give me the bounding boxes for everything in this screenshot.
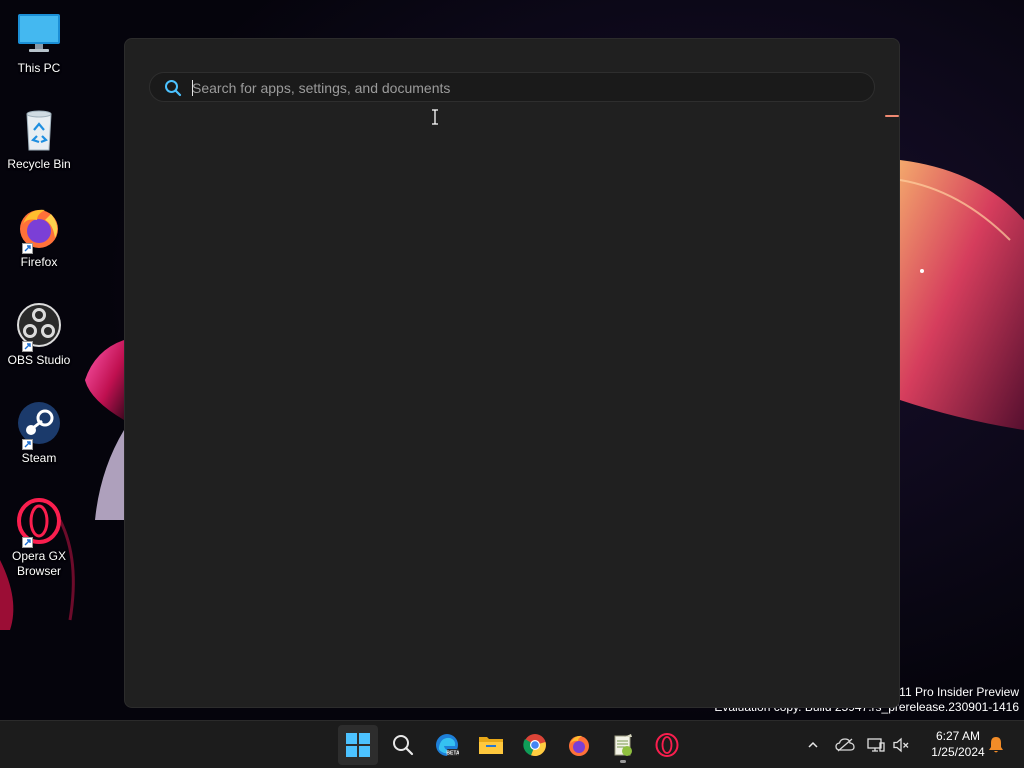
- windows-logo-icon: [346, 733, 370, 757]
- text-caret: [192, 80, 193, 96]
- taskbar-file-explorer-button[interactable]: [471, 725, 511, 765]
- text-cursor-icon: [432, 109, 438, 125]
- recycle-bin-icon: [15, 106, 63, 154]
- desktop-icon-label: Opera GX Browser: [11, 549, 67, 578]
- network-tray-button[interactable]: [864, 733, 888, 757]
- volume-tray-button[interactable]: [889, 733, 913, 757]
- chevron-up-icon: [808, 741, 818, 748]
- opera-gx-icon: [15, 498, 63, 548]
- shortcut-arrow-icon: [22, 243, 33, 254]
- taskbar-start-button[interactable]: [338, 725, 378, 765]
- desktop-icon-obs-studio[interactable]: OBS Studio: [4, 302, 74, 368]
- opera-gx-icon: [655, 733, 679, 757]
- desktop-icon-firefox[interactable]: Firefox: [4, 204, 74, 270]
- search-icon: [165, 80, 182, 97]
- desktop-icon-label: Steam: [21, 451, 57, 465]
- chrome-icon: [523, 734, 546, 757]
- desktop-icon-label: OBS Studio: [7, 353, 71, 367]
- taskbar-search-button[interactable]: [383, 725, 423, 765]
- svg-text:BETA: BETA: [446, 751, 459, 757]
- notifications-button[interactable]: [984, 733, 1008, 757]
- search-box[interactable]: [149, 72, 875, 102]
- network-ethernet-icon: [867, 738, 885, 752]
- desktop-icon-label: Recycle Bin: [7, 157, 71, 171]
- desktop-icon-steam[interactable]: Steam: [4, 400, 74, 466]
- desktop-icon-label: This PC: [17, 61, 61, 75]
- notepad-plus-plus-icon: [614, 734, 632, 756]
- search-panel: [124, 38, 900, 708]
- taskbar: BETA 6:27 AM 1/25/2024: [0, 720, 1024, 768]
- obs-studio-icon: [15, 302, 63, 352]
- show-hidden-icons-button[interactable]: [801, 733, 825, 757]
- onedrive-tray-button[interactable]: [833, 733, 857, 757]
- desktop-icon-this-pc[interactable]: This PC: [4, 10, 74, 76]
- shortcut-arrow-icon: [22, 341, 33, 352]
- edge-beta-icon: BETA: [436, 734, 459, 757]
- search-input[interactable]: [190, 77, 854, 99]
- firefox-icon: [569, 735, 589, 756]
- desktop-icon-label: Firefox: [20, 255, 58, 269]
- taskbar-opera-gx-button[interactable]: [647, 725, 687, 765]
- monitor-icon: [15, 10, 63, 58]
- loading-indicator: [885, 115, 899, 117]
- folder-icon: [479, 737, 503, 754]
- shortcut-arrow-icon: [22, 439, 33, 450]
- taskbar-edge-beta-button[interactable]: BETA: [427, 725, 467, 765]
- cloud-offline-icon: [835, 738, 855, 752]
- bell-icon: [989, 737, 1003, 753]
- volume-muted-icon: [893, 737, 909, 753]
- desktop-icon-opera-gx[interactable]: Opera GX Browser: [4, 498, 74, 579]
- taskbar-chrome-button[interactable]: [515, 725, 555, 765]
- desktop-icon-recycle-bin[interactable]: Recycle Bin: [4, 106, 74, 172]
- firefox-icon: [15, 204, 63, 254]
- taskbar-notepad-plus-plus-button[interactable]: [603, 725, 643, 765]
- shortcut-arrow-icon: [22, 537, 33, 548]
- search-icon: [393, 735, 414, 756]
- running-indicator: [620, 760, 626, 763]
- steam-icon: [15, 400, 63, 450]
- taskbar-firefox-button[interactable]: [559, 725, 599, 765]
